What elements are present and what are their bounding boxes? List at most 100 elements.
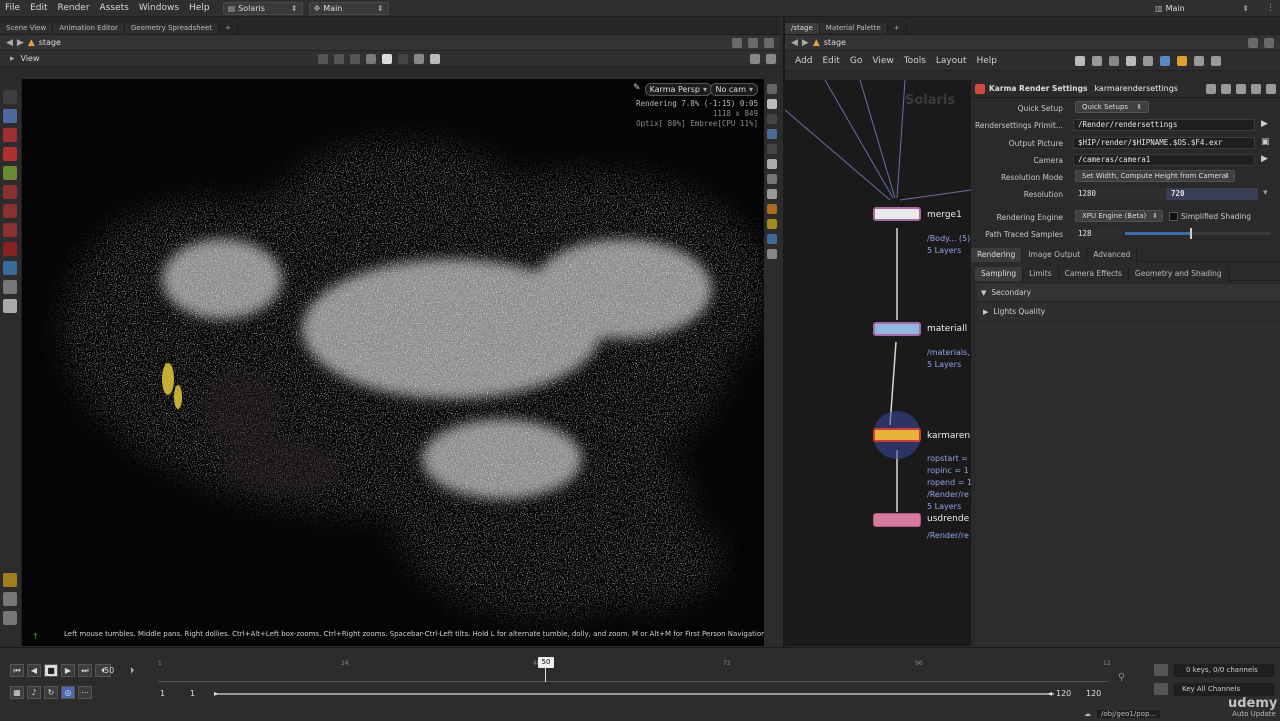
node-material-name[interactable]: materiall: [927, 324, 967, 334]
folder-lights-quality[interactable]: ▶ Lights Quality: [977, 302, 1280, 322]
tab-image-output[interactable]: Image Output: [1022, 248, 1088, 262]
tab-animation-editor[interactable]: Animation Editor: [53, 23, 125, 34]
lock-camera-icon[interactable]: [767, 99, 777, 109]
jump-icon[interactable]: ▶: [1261, 119, 1268, 129]
menu-add[interactable]: Add: [795, 56, 812, 66]
key-channels-menu[interactable]: Key All Channels: [1174, 683, 1274, 696]
current-frame-field[interactable]: 50: [104, 666, 114, 675]
snap-tool-icon[interactable]: [3, 280, 17, 294]
path-label[interactable]: stage: [39, 38, 61, 47]
desk-select[interactable]: ✥ Main ⬍: [308, 1, 389, 15]
network-canvas[interactable]: Solaris merge1 /Body... (5) 5 Layers mat…: [785, 80, 971, 646]
resolution-height-field[interactable]: 720: [1166, 188, 1258, 200]
karma-node-icon[interactable]: [873, 428, 921, 442]
loop-icon[interactable]: ↻: [44, 686, 58, 699]
slider-handle[interactable]: [1189, 228, 1192, 239]
home-icon[interactable]: [1211, 55, 1221, 66]
tab-camera-effects[interactable]: Camera Effects: [1058, 267, 1129, 281]
rendering-engine-menu[interactable]: XPU Engine (Beta) ⬍: [1075, 210, 1163, 222]
range-start-field[interactable]: 1: [160, 689, 165, 698]
render-region-icon[interactable]: [3, 223, 17, 237]
node-merge1-name[interactable]: merge1: [927, 210, 962, 220]
display-icon[interactable]: [382, 53, 392, 64]
display-mode-icon[interactable]: [767, 129, 777, 139]
light-icon[interactable]: [398, 53, 408, 64]
simplified-shading-checkbox[interactable]: [1169, 212, 1178, 221]
guide-icon[interactable]: [767, 174, 777, 184]
menu-windows[interactable]: Windows: [134, 0, 184, 17]
step-icon[interactable]: ⏵: [130, 666, 135, 676]
camera-view-icon[interactable]: [414, 53, 424, 64]
cube-icon[interactable]: [1160, 55, 1170, 66]
camera-menu[interactable]: No cam ▾: [710, 83, 758, 96]
light-icon[interactable]: [767, 219, 777, 229]
info-icon[interactable]: [1251, 83, 1261, 94]
desktop-select[interactable]: ▤ Solaris ⬍: [222, 1, 303, 15]
quick-setup-menu[interactable]: Quick Setups ⬍: [1075, 101, 1150, 113]
play-reverse-icon[interactable]: ◀: [27, 664, 41, 677]
right-desk-select[interactable]: ▥ Main ⬍: [1150, 1, 1254, 15]
menu-help[interactable]: Help: [184, 0, 215, 17]
range-end-field[interactable]: 120: [1056, 689, 1071, 698]
audio-icon[interactable]: ♪: [27, 686, 41, 699]
range-handle-right-icon[interactable]: ◂: [1048, 689, 1052, 698]
close-icon[interactable]: [766, 53, 776, 64]
play-icon[interactable]: ▶: [61, 664, 75, 677]
view-tool-icon[interactable]: [3, 261, 17, 275]
camera-tool-icon[interactable]: [3, 204, 17, 218]
menu-help[interactable]: Help: [977, 56, 998, 66]
renderer-menu[interactable]: Karma Persp ▾: [644, 83, 712, 96]
obj-path-field[interactable]: /obj/geo1/pop...: [1097, 709, 1161, 718]
tab-scene-view[interactable]: Scene View: [0, 23, 54, 34]
chevron-down-icon[interactable]: ▾: [1263, 188, 1268, 198]
pose-tool-icon[interactable]: [3, 128, 17, 142]
jump-start-icon[interactable]: ⏮: [10, 664, 24, 677]
range-start2-field[interactable]: 1: [190, 689, 195, 698]
stop-icon[interactable]: ■: [44, 664, 58, 677]
grid-icon[interactable]: [366, 53, 376, 64]
flag-icon[interactable]: [1109, 55, 1119, 66]
bookmark-icon[interactable]: [3, 573, 17, 587]
shading-icon[interactable]: [767, 234, 777, 244]
light-tool-icon[interactable]: [3, 185, 17, 199]
gear-icon[interactable]: [1206, 83, 1216, 94]
tab-material-palette[interactable]: Material Palette: [819, 23, 888, 34]
node-karma-name[interactable]: karmaren: [927, 431, 970, 441]
sim-icon[interactable]: ◎: [61, 686, 75, 699]
move-tool-icon[interactable]: [3, 166, 17, 180]
frame-marker[interactable]: 50: [538, 657, 554, 668]
merge1-node-icon[interactable]: [873, 207, 921, 221]
menu-file[interactable]: File: [0, 0, 25, 17]
tab-geometry-spreadsheet[interactable]: Geometry Spreadsheet: [124, 23, 220, 34]
range-end2-field[interactable]: 120: [1086, 689, 1101, 698]
tab-advanced[interactable]: Advanced: [1087, 248, 1138, 262]
tab-stage[interactable]: /stage: [785, 23, 820, 34]
resolution-width-field[interactable]: 1280: [1073, 188, 1165, 200]
right-path-label[interactable]: stage: [824, 38, 846, 47]
menu-layout[interactable]: Layout: [936, 56, 967, 66]
menu-view[interactable]: View: [872, 56, 893, 66]
list-icon[interactable]: [1092, 55, 1102, 66]
transform-icon[interactable]: [350, 53, 360, 64]
gear-icon[interactable]: [750, 53, 760, 64]
select-icon[interactable]: [334, 53, 344, 64]
particle-icon[interactable]: [767, 249, 777, 259]
tab-sampling[interactable]: Sampling: [975, 267, 1024, 281]
ghost-icon[interactable]: [767, 144, 777, 154]
camera-field[interactable]: /cameras/camera1: [1073, 154, 1255, 166]
menu-tools[interactable]: Tools: [904, 56, 926, 66]
zoom-icon[interactable]: [1194, 55, 1204, 66]
folder-secondary[interactable]: ▼ Secondary: [977, 284, 1280, 302]
node-name-field[interactable]: karmarendersettings: [1094, 84, 1178, 93]
shelf-icon[interactable]: [3, 592, 17, 606]
table-view-icon[interactable]: [1143, 55, 1153, 66]
toggle-icon[interactable]: [767, 84, 777, 94]
view-label[interactable]: View: [21, 54, 40, 63]
magnet-icon[interactable]: [3, 242, 17, 256]
help-icon[interactable]: [1221, 83, 1231, 94]
link-icon[interactable]: [748, 37, 758, 48]
tab-limits[interactable]: Limits: [1023, 267, 1059, 281]
range-handle-left-icon[interactable]: ▸: [214, 689, 218, 698]
grid-view-icon[interactable]: [1126, 55, 1136, 66]
tab-geometry-shading[interactable]: Geometry and Shading: [1128, 267, 1229, 281]
